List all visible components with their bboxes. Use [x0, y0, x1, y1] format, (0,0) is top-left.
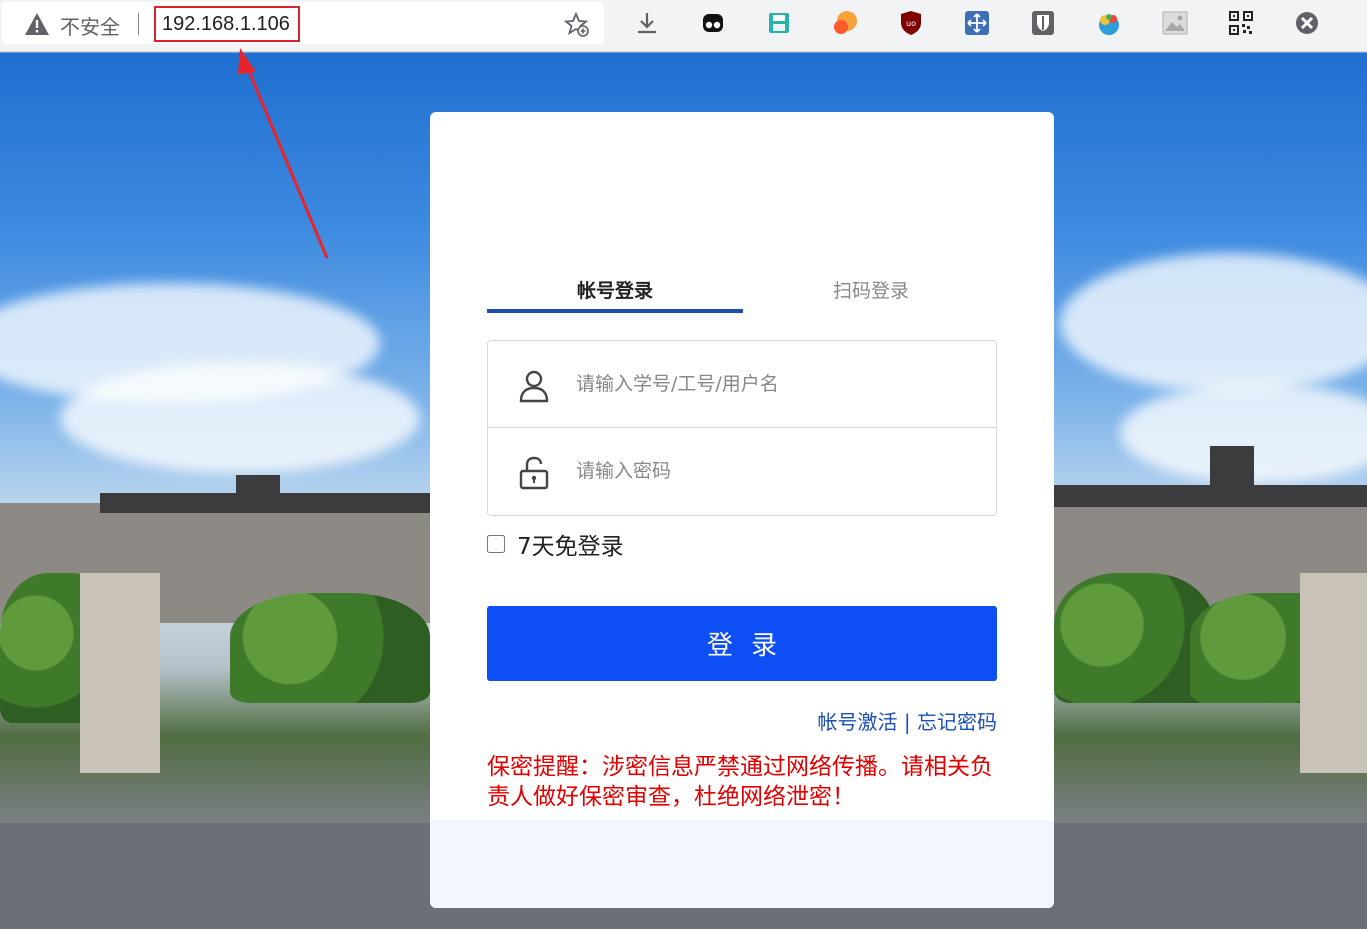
username-row — [488, 341, 996, 428]
login-form — [487, 340, 997, 516]
bookmark-star-icon[interactable] — [564, 12, 590, 38]
fruit-icon[interactable] — [1096, 10, 1122, 36]
activate-account-link[interactable]: 帐号激活 — [818, 710, 898, 734]
password-row — [488, 428, 996, 515]
warning-icon[interactable] — [24, 12, 50, 36]
address-bar[interactable]: 不安全 192.168.1.106 — [2, 2, 604, 44]
password-input[interactable] — [576, 448, 976, 494]
remember-label: 7天免登录 — [517, 534, 624, 560]
account-links: 帐号激活 | 忘记密码 — [818, 706, 997, 735]
username-input[interactable] — [576, 361, 976, 407]
tab-account-login[interactable]: 帐号登录 — [487, 276, 743, 303]
image-icon[interactable] — [1162, 10, 1188, 36]
qrcode-icon[interactable] — [1228, 10, 1254, 36]
user-icon — [519, 370, 549, 403]
login-button[interactable]: 登录 — [487, 606, 997, 681]
save-icon[interactable] — [766, 10, 792, 36]
ublock-icon[interactable]: uo — [898, 10, 924, 36]
link-separator: | — [903, 710, 911, 734]
login-card: 帐号登录 扫码登录 7天免登录 登录 帐号激活 | 忘记密码 — [430, 112, 1054, 908]
bitwarden-icon[interactable] — [1030, 10, 1056, 36]
card-footer — [430, 820, 1054, 908]
move-icon[interactable] — [964, 10, 990, 36]
download-icon[interactable] — [634, 10, 660, 36]
x-icon[interactable] — [1294, 10, 1320, 36]
security-notice: 保密提醒：涉密信息严禁通过网络传播。请相关负责人做好保密审查，杜绝网络泄密！ — [487, 754, 993, 810]
address-separator — [138, 13, 139, 35]
insecure-label[interactable]: 不安全 — [60, 11, 120, 40]
ghost-icon[interactable] — [700, 10, 726, 36]
browser-toolbar: 不安全 192.168.1.106 uo — [0, 0, 1367, 52]
lock-icon — [519, 456, 549, 490]
active-tab-indicator — [487, 309, 743, 313]
url-text[interactable]: 192.168.1.106 — [154, 6, 300, 42]
tab-qr-login[interactable]: 扫码登录 — [743, 276, 999, 303]
forgot-password-link[interactable]: 忘记密码 — [917, 710, 997, 734]
svg-text:uo: uo — [906, 19, 916, 28]
remember-checkbox[interactable] — [487, 535, 505, 553]
remember-me[interactable]: 7天免登录 — [487, 527, 624, 561]
gradient-icon[interactable] — [832, 10, 858, 36]
